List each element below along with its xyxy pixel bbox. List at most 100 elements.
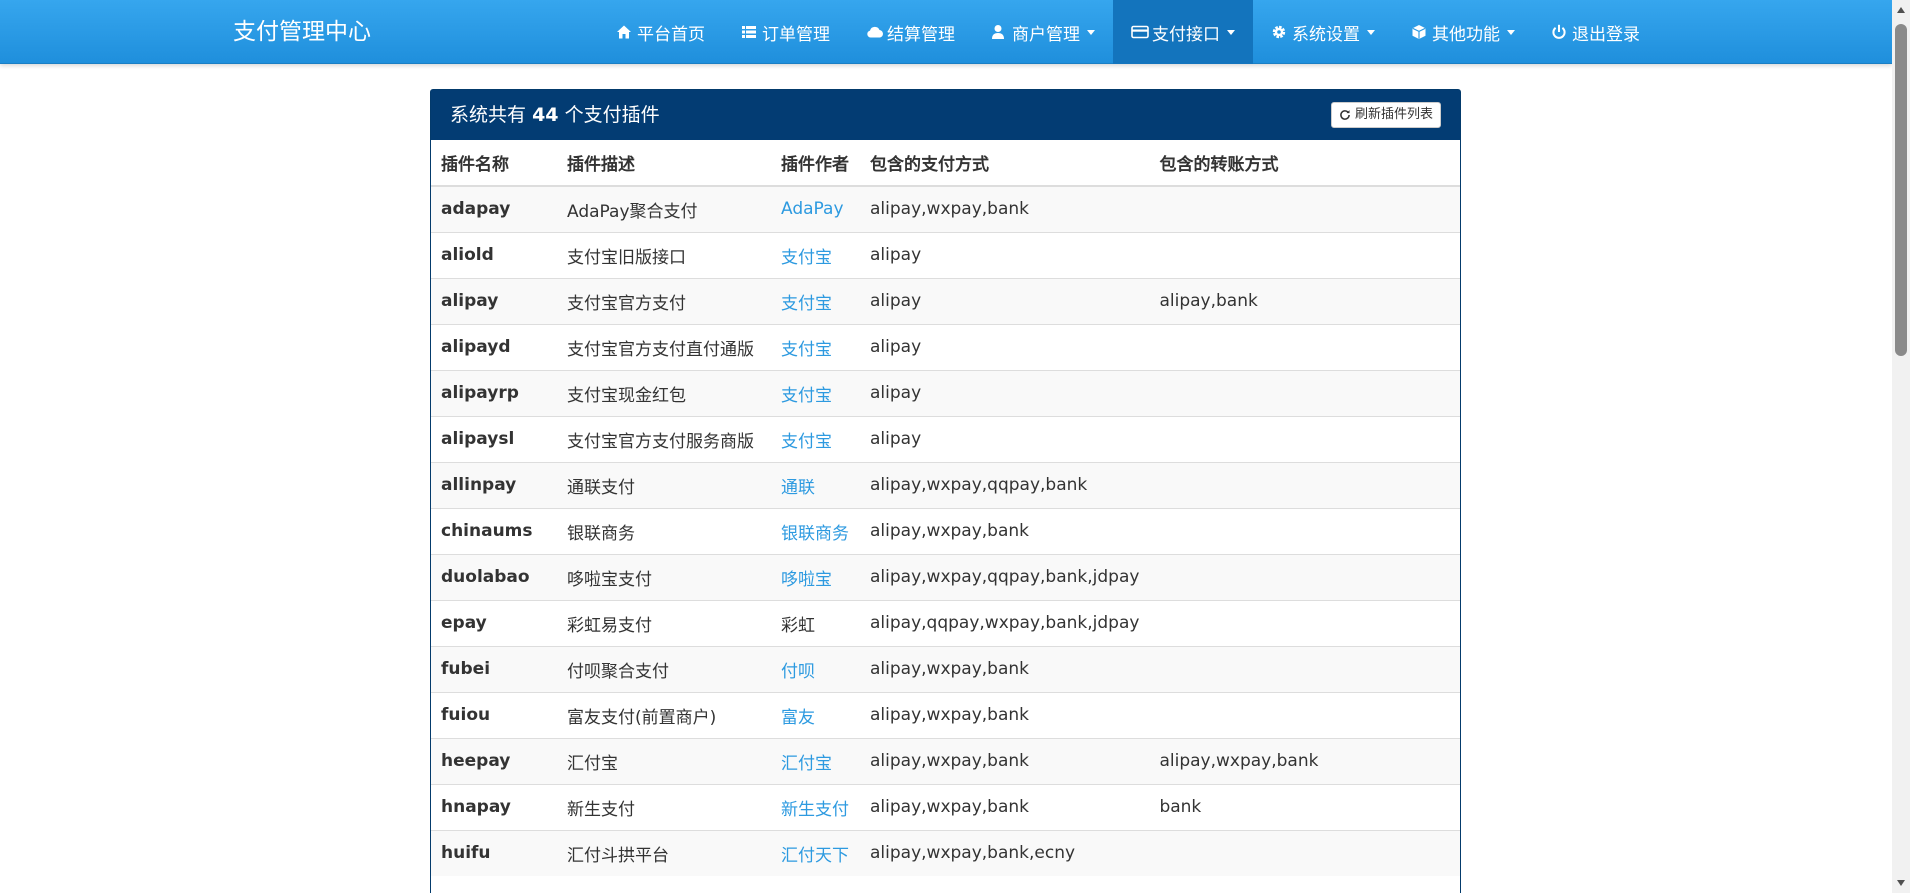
pay-methods-cell: alipay,qqpay,wxpay,bank,jdpay [860, 599, 1150, 646]
plugin-desc-cell: 支付宝旧版接口 [557, 231, 771, 278]
nav-item-1[interactable]: 平台首页 [598, 0, 723, 64]
plugin-desc-cell: 彩虹易支付 [557, 599, 771, 646]
pay-methods-cell: alipay,wxpay,bank,ecny [860, 829, 1150, 876]
plugin-desc-cell: 付呗聚合支付 [557, 645, 771, 692]
brand-title[interactable]: 支付管理中心 [233, 0, 371, 64]
pay-methods-cell: alipay [860, 369, 1150, 416]
author-link[interactable]: 汇付天下 [781, 846, 849, 866]
transfer-methods-cell [1149, 231, 1460, 278]
plugin-desc-cell: 银联商务 [557, 507, 771, 554]
transfer-methods-cell [1149, 323, 1460, 370]
caret-down-icon [1087, 29, 1095, 35]
credit-card-icon [1131, 24, 1149, 40]
nav-item-label: 商户管理 [1012, 24, 1080, 45]
author-link[interactable]: 银联商务 [781, 524, 849, 544]
plugin-author-cell: 支付宝 [771, 323, 860, 370]
nav-item-label: 退出登录 [1572, 24, 1640, 45]
caret-down-icon [1227, 29, 1235, 35]
table-header-row: 插件名称 插件描述 插件作者 包含的支付方式 包含的转账方式 [431, 140, 1460, 187]
gear-icon [1271, 24, 1287, 40]
plugin-name-cell: fubei [431, 645, 557, 692]
author-link[interactable]: 富友 [781, 708, 815, 728]
nav-item-4[interactable]: 商户管理 [973, 0, 1113, 64]
power-icon [1551, 24, 1567, 40]
refresh-icon [1340, 110, 1350, 120]
author-link[interactable]: 支付宝 [781, 294, 832, 314]
author-link[interactable]: 支付宝 [781, 386, 832, 406]
plugin-name-cell: alipay [431, 277, 557, 324]
pay-methods-cell: alipay,wxpay,bank [860, 737, 1150, 784]
top-navbar: 支付管理中心 平台首页 订单管理 结算管理 商户管理 支付接口 系统设置 其他功能 退出登录 [0, 0, 1892, 64]
plugin-author-cell: 哆啦宝 [771, 553, 860, 600]
plugin-name-cell: allinpay [431, 461, 557, 508]
nav-item-label: 订单管理 [762, 24, 830, 45]
nav-item-label: 系统设置 [1292, 24, 1360, 45]
transfer-methods-cell: alipay,wxpay,bank [1149, 737, 1460, 784]
author-link[interactable]: 付呗 [781, 662, 815, 682]
pay-methods-cell: alipay [860, 277, 1150, 324]
panel-title-prefix: 系统共有 [450, 104, 527, 126]
refresh-plugins-button[interactable]: 刷新插件列表 [1330, 102, 1441, 128]
author-link[interactable]: 支付宝 [781, 248, 832, 268]
nav-item-2[interactable]: 订单管理 [723, 0, 848, 64]
plugin-author-cell: 支付宝 [771, 369, 860, 416]
table-row: hnapay 新生支付 新生支付 alipay,wxpay,bank bank [431, 783, 1460, 830]
author-link[interactable]: 支付宝 [781, 432, 832, 452]
scrollbar-thumb[interactable] [1895, 24, 1907, 356]
table-row: alipay 支付宝官方支付 支付宝 alipay alipay,bank [431, 277, 1460, 324]
plugin-desc-cell: 富友支付(前置商户) [557, 691, 771, 738]
table-row: alipaysl 支付宝官方支付服务商版 支付宝 alipay [431, 415, 1460, 462]
pay-methods-cell: alipay,wxpay,bank [860, 507, 1150, 554]
table-body: adapay AdaPay聚合支付 AdaPay alipay,wxpay,bank a… [431, 185, 1460, 876]
nav-item-7[interactable]: 其他功能 [1393, 0, 1533, 64]
plugin-author-cell: AdaPay [771, 185, 860, 232]
nav-item-label: 平台首页 [637, 24, 705, 45]
caret-down-icon [1367, 29, 1375, 35]
col-header-transfer: 包含的转账方式 [1149, 140, 1460, 187]
scroll-down-arrow-icon[interactable] [1897, 880, 1905, 886]
plugin-name-cell: alipaysl [431, 415, 557, 462]
nav-item-6[interactable]: 系统设置 [1253, 0, 1393, 64]
table-row: chinaums 银联商务 银联商务 alipay,wxpay,bank [431, 507, 1460, 554]
scroll-up-arrow-icon[interactable] [1897, 7, 1905, 13]
plugin-author-cell: 支付宝 [771, 231, 860, 278]
nav-item-8[interactable]: 退出登录 [1533, 0, 1658, 64]
pay-methods-cell: alipay,wxpay,bank [860, 645, 1150, 692]
nav-item-label: 其他功能 [1432, 24, 1500, 45]
nav-item-label: 支付接口 [1152, 24, 1220, 45]
pay-methods-cell: alipay,wxpay,bank [860, 691, 1150, 738]
col-header-author: 插件作者 [771, 140, 860, 187]
page-scrollbar[interactable] [1892, 0, 1910, 893]
transfer-methods-cell [1149, 645, 1460, 692]
plugin-desc-cell: 支付宝官方支付服务商版 [557, 415, 771, 462]
table-row: huifu 汇付斗拱平台 汇付天下 alipay,wxpay,bank,ecny [431, 829, 1460, 876]
cube-icon [1411, 24, 1427, 40]
plugin-desc-cell: 支付宝官方支付 [557, 277, 771, 324]
author-link[interactable]: 汇付宝 [781, 754, 832, 774]
plugin-author-cell: 付呗 [771, 645, 860, 692]
plugin-desc-cell: 汇付斗拱平台 [557, 829, 771, 876]
nav-item-3[interactable]: 结算管理 [848, 0, 973, 64]
plugin-name-cell: aliold [431, 231, 557, 278]
plugin-name-cell: adapay [431, 185, 557, 232]
cloud-icon [866, 24, 883, 40]
author-link[interactable]: 支付宝 [781, 340, 832, 360]
transfer-methods-cell [1149, 599, 1460, 646]
transfer-methods-cell [1149, 415, 1460, 462]
table-row: fuiou 富友支付(前置商户) 富友 alipay,wxpay,bank [431, 691, 1460, 738]
author-link[interactable]: AdaPay [781, 199, 844, 219]
transfer-methods-cell [1149, 185, 1460, 232]
author-link[interactable]: 通联 [781, 478, 815, 498]
plugin-author-cell: 彩虹 [771, 599, 860, 646]
pay-methods-cell: alipay,wxpay,qqpay,bank,jdpay [860, 553, 1150, 600]
plugin-desc-cell: 汇付宝 [557, 737, 771, 784]
author-link[interactable]: 哆啦宝 [781, 570, 832, 590]
plugin-desc-cell: 通联支付 [557, 461, 771, 508]
refresh-plugins-label: 刷新插件列表 [1354, 107, 1433, 122]
plugin-name-cell: duolabao [431, 553, 557, 600]
plugin-name-cell: heepay [431, 737, 557, 784]
author-link[interactable]: 新生支付 [781, 800, 849, 820]
nav-item-5[interactable]: 支付接口 [1113, 0, 1253, 64]
nav-item-label: 结算管理 [887, 24, 955, 45]
table-row: epay 彩虹易支付 彩虹 alipay,qqpay,wxpay,bank,jdpay [431, 599, 1460, 646]
